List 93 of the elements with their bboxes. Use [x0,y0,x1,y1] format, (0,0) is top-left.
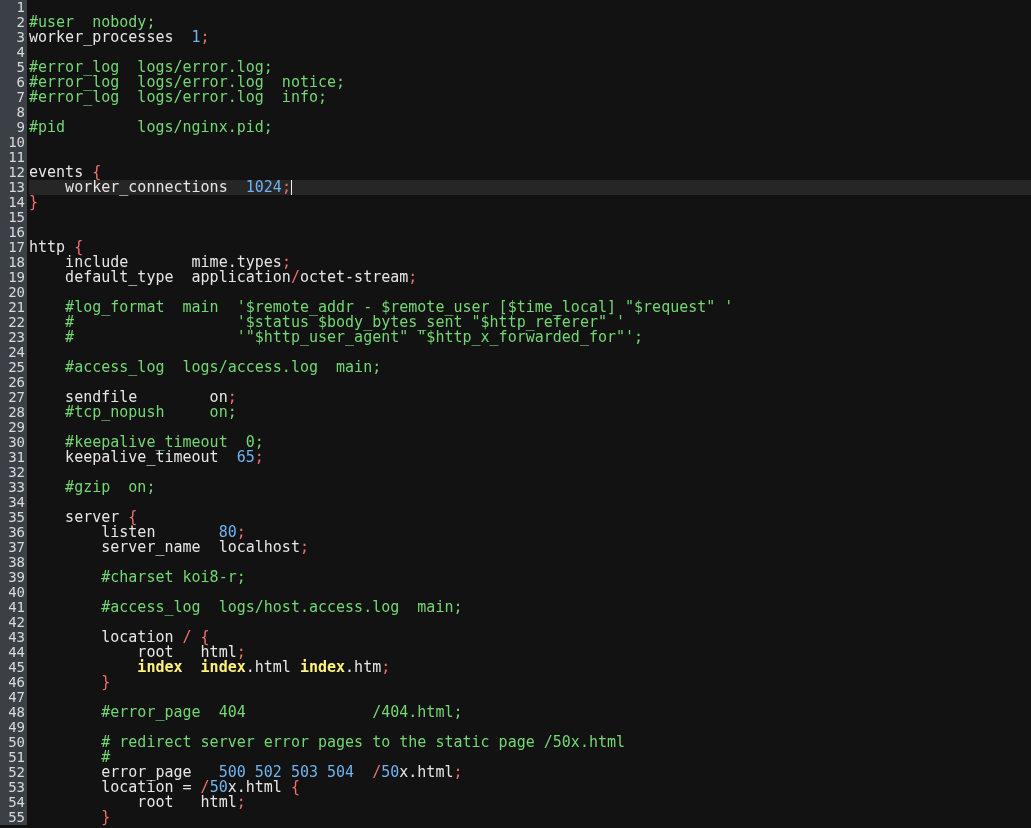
line-number: 30 [0,435,27,450]
code-text: #keepalive_timeout 0; [64,435,264,450]
line-number: 7 [0,90,27,105]
code-text: #log_format main '$remote_addr - $remote_user [$time_local] "$request" ' [64,300,734,315]
code-text: #access_log logs/host.access.log main; [100,600,463,615]
code-text: location = /50x.html { [100,780,300,795]
code-text: root html; [136,795,246,810]
line-number: 16 [0,225,27,240]
code-text: server { [64,510,138,525]
line-number: 26 [0,375,27,390]
text-cursor [290,180,292,195]
line-number: 27 [0,390,27,405]
line-number: 48 [0,705,27,720]
line-number: 47 [0,690,27,705]
line-number: 22 [0,315,27,330]
line-number: 55 [0,810,27,825]
code-text: #error_log logs/error.log; [29,60,273,75]
code-text: } [100,675,111,690]
line-number: 54 [0,795,27,810]
code-text: #tcp_nopush on; [64,405,237,420]
code-text: #error_log logs/error.log notice; [29,75,346,90]
line-number: 28 [0,405,27,420]
line-number: 46 [0,675,27,690]
line-number: 24 [0,345,27,360]
line-number: 49 [0,720,27,735]
code-text: events { [29,165,102,180]
code-text: #pid logs/nginx.pid; [29,120,273,135]
line-number: 1 [0,0,27,15]
line-number: 12 [0,165,27,180]
code-text: # redirect server error pages to the static page /50x.html [100,735,626,750]
line-number: 8 [0,105,27,120]
code-text: #error_log logs/error.log info; [29,90,327,105]
code-text: http { [29,240,84,255]
code-text: root html; [136,645,246,660]
line-number: 6 [0,75,27,90]
code-text: server_name localhost; [100,540,309,555]
line-number: 2 [0,15,27,30]
line-number: 9 [0,120,27,135]
code-text: } [29,195,39,210]
code-text: worker_processes 1; [29,30,210,45]
line-number: 45 [0,660,27,675]
line-number: 37 [0,540,27,555]
line-number: 40 [0,585,27,600]
line-number: 44 [0,645,27,660]
code-text: #gzip on; [64,480,156,495]
code-text: } [100,810,111,825]
line-number: 43 [0,630,27,645]
code-text: index index.html index.htm; [136,660,391,675]
line-number: 18 [0,255,27,270]
line-number: 35 [0,510,27,525]
code-text: # [100,750,111,765]
line-number: 38 [0,555,27,570]
code-text: default_type application/octet-stream; [64,270,418,285]
code-text: location / { [100,630,210,645]
code-text: #error_page 404 /404.html; [100,705,463,720]
line-number: 13 [0,180,27,195]
line-number: 5 [0,60,27,75]
code-text: # '$status $body_bytes_sent "$http_referer" ' [64,315,626,330]
line-number: 52 [0,765,27,780]
line-number: 25 [0,360,27,375]
line-number: 11 [0,150,27,165]
line-number: 21 [0,300,27,315]
line-number: 41 [0,600,27,615]
code-text: include mime.types; [64,255,291,270]
line-number: 31 [0,450,27,465]
line-number: 51 [0,750,27,765]
line-number: 4 [0,45,27,60]
code-text: listen 80; [100,525,246,540]
line-number: 15 [0,210,27,225]
line-number: 42 [0,615,27,630]
code-text: #access_log logs/access.log main; [64,360,382,375]
line-number: 39 [0,570,27,585]
line-number: 14 [0,195,27,210]
code-text: sendfile on; [64,390,237,405]
code-text: #user nobody; [29,15,156,30]
line-number: 50 [0,735,27,750]
line-number: 3 [0,30,27,45]
line-number: 17 [0,240,27,255]
line-number: 29 [0,420,27,435]
code-text: keepalive_timeout 65; [64,450,264,465]
code-text: # '"$http_user_agent" "$http_x_forwarded_for"'; [64,330,644,345]
line-number: 34 [0,495,27,510]
line-number: 23 [0,330,27,345]
code-text: #charset koi8-r; [100,570,246,585]
code-text: error_page 500 502 503 504 /50x.html; [100,765,463,780]
line-number: 33 [0,480,27,495]
code-text: worker_connections 1024; [64,180,291,195]
line-number: 32 [0,465,27,480]
line-number: 53 [0,780,27,795]
line-number: 10 [0,135,27,150]
line-number: 19 [0,270,27,285]
line-number: 20 [0,285,27,300]
line-number: 36 [0,525,27,540]
